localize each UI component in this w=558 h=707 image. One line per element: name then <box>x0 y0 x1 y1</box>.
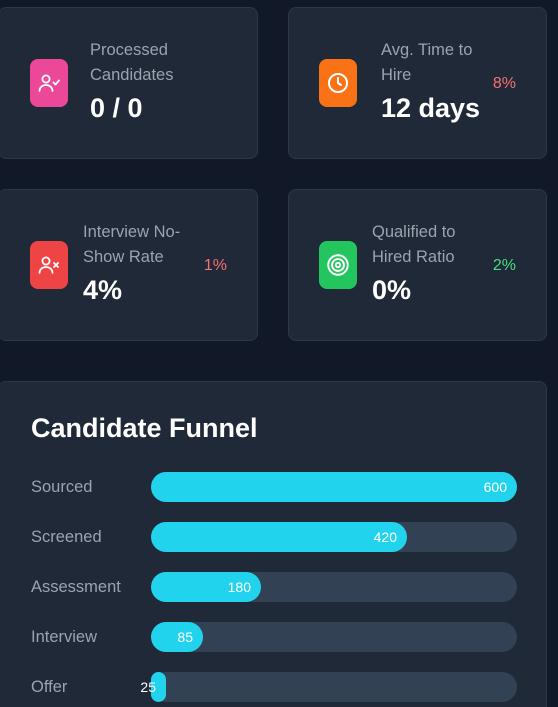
dashboard: Processed Candidates 0 / 0 Avg. Time to … <box>0 0 558 707</box>
stat-label: Processed Candidates <box>90 41 174 84</box>
funnel-stage-value: 85 <box>177 629 193 645</box>
funnel-row-assessment: Assessment 180 <box>0 572 548 602</box>
stat-label: Avg. Time to Hire <box>381 41 473 84</box>
funnel-bar-fill <box>151 472 517 502</box>
avg-time-to-hire-card: Avg. Time to Hire 12 days 8% <box>288 7 547 159</box>
funnel-bar-track: 180 <box>151 572 517 602</box>
funnel-stage-value: 420 <box>373 529 397 545</box>
user-x-icon <box>30 241 68 289</box>
candidate-funnel-card: Candidate Funnel Sourced 600 Screened 42… <box>0 381 547 707</box>
stat-value: 12 days <box>381 93 481 123</box>
funnel-stage-label: Offer <box>31 678 68 696</box>
funnel-row-offer: Offer 25 <box>0 672 548 702</box>
funnel-bar-track: 600 <box>151 472 517 502</box>
funnel-stage-value: 25 <box>140 679 156 695</box>
stat-label: Qualified to Hired Ratio <box>372 223 456 266</box>
stat-value: 0% <box>372 275 412 305</box>
interview-no-show-rate-card: Interview No- Show Rate 4% 1% <box>0 189 258 341</box>
funnel-bar-track: 25 <box>140 672 517 702</box>
stat-value: 4% <box>83 275 123 305</box>
funnel-row-screened: Screened 420 <box>0 522 548 552</box>
stat-label: Interview No- Show Rate <box>83 223 181 266</box>
stat-value: 0 / 0 <box>90 93 143 123</box>
funnel-bar-fill <box>151 522 407 552</box>
funnel-stage-value: 180 <box>227 579 251 595</box>
funnel-stage-label: Assessment <box>31 578 121 596</box>
user-check-icon <box>30 59 68 107</box>
target-icon <box>319 241 357 289</box>
qualified-to-hired-ratio-card: Qualified to Hired Ratio 0% 2% <box>288 189 547 341</box>
stat-change-badge: 1% <box>203 257 227 274</box>
stat-change-badge: 8% <box>492 75 516 92</box>
stat-change-badge: 2% <box>492 257 516 274</box>
funnel-row-interview: Interview 85 <box>0 622 548 652</box>
funnel-bar-track: 85 <box>151 622 517 652</box>
funnel-stage-value: 600 <box>483 479 507 495</box>
clock-icon <box>319 59 357 107</box>
funnel-stage-label: Sourced <box>31 478 93 496</box>
funnel-title: Candidate Funnel <box>31 413 258 443</box>
funnel-stage-label: Screened <box>31 528 102 546</box>
funnel-row-sourced: Sourced 600 <box>0 472 548 502</box>
processed-candidates-card: Processed Candidates 0 / 0 <box>0 7 258 159</box>
funnel-bar-track: 420 <box>151 522 517 552</box>
funnel-stage-label: Interview <box>31 628 98 646</box>
